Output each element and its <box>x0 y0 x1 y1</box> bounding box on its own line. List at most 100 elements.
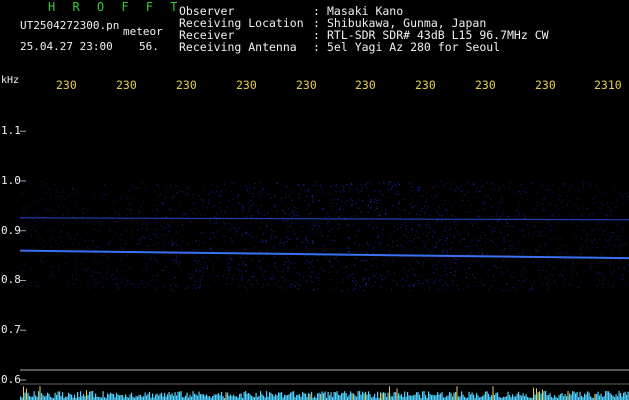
noise-speck <box>398 194 400 196</box>
noise-speck <box>581 221 583 223</box>
power-bar <box>446 396 448 400</box>
noise-speck <box>457 268 459 270</box>
noise-speck <box>152 210 154 213</box>
noise-speck <box>137 243 139 245</box>
noise-speck <box>286 256 289 258</box>
noise-speck <box>367 211 369 213</box>
noise-speck <box>121 198 123 200</box>
noise-speck <box>367 204 369 206</box>
power-bar <box>606 391 608 400</box>
noise-speck <box>450 272 452 274</box>
noise-speck <box>263 186 265 188</box>
noise-speck <box>294 215 296 217</box>
noise-speck <box>277 270 279 272</box>
noise-speck <box>438 212 440 214</box>
noise-speck <box>149 255 151 257</box>
noise-speck <box>258 259 260 261</box>
noise-speck <box>60 236 62 238</box>
noise-speck <box>466 272 468 275</box>
noise-speck <box>376 199 378 201</box>
noise-speck <box>320 184 322 186</box>
power-bar <box>575 393 577 400</box>
noise-speck <box>392 260 394 262</box>
noise-speck <box>116 220 118 223</box>
power-bar <box>135 395 137 400</box>
noise-speck <box>367 195 369 197</box>
power-bar <box>600 393 602 400</box>
noise-speck <box>265 224 267 226</box>
noise-speck <box>393 257 395 259</box>
power-bar <box>60 396 62 400</box>
noise-speck <box>366 187 368 189</box>
noise-speck <box>573 234 575 236</box>
power-spike <box>567 390 569 400</box>
noise-speck <box>611 286 613 288</box>
noise-speck <box>76 229 78 231</box>
noise-speck <box>473 196 475 198</box>
noise-speck <box>146 229 149 231</box>
noise-speck <box>375 257 377 259</box>
noise-speck <box>246 190 249 192</box>
noise-speck <box>498 219 500 222</box>
noise-speck <box>381 210 383 212</box>
noise-speck <box>187 220 189 222</box>
noise-speck <box>49 210 52 212</box>
noise-speck <box>522 228 524 230</box>
noise-speck <box>341 184 343 186</box>
noise-speck <box>280 189 282 191</box>
noise-speck <box>609 242 611 244</box>
power-spike <box>383 394 384 400</box>
noise-speck <box>35 229 37 231</box>
noise-speck <box>465 229 467 231</box>
noise-speck <box>400 244 402 246</box>
noise-speck <box>553 280 555 282</box>
noise-speck <box>352 224 354 226</box>
noise-speck <box>41 226 43 228</box>
noise-speck <box>110 275 112 277</box>
noise-speck <box>433 247 435 249</box>
noise-speck <box>101 280 103 282</box>
noise-speck <box>76 192 79 194</box>
noise-speck <box>185 194 187 196</box>
noise-speck <box>114 201 116 203</box>
noise-speck <box>253 203 255 205</box>
noise-speck <box>600 202 603 204</box>
power-bar <box>215 394 217 400</box>
noise-speck <box>55 276 57 278</box>
noise-speck <box>516 209 518 211</box>
noise-speck <box>118 236 121 238</box>
noise-speck <box>151 260 153 262</box>
noise-speck <box>239 186 241 188</box>
noise-speck <box>356 282 358 284</box>
frequency-unit-label: kHz <box>1 75 20 86</box>
noise-speck <box>62 195 64 198</box>
power-bar <box>288 394 290 400</box>
noise-speck <box>542 209 544 211</box>
noise-speck <box>146 268 148 270</box>
noise-speck <box>573 205 575 207</box>
noise-speck <box>306 239 308 242</box>
noise-speck <box>92 240 94 242</box>
noise-speck <box>569 283 571 285</box>
noise-speck <box>228 230 230 232</box>
power-bar <box>180 391 182 400</box>
power-bar <box>350 391 352 400</box>
noise-speck <box>161 201 163 203</box>
noise-speck <box>493 189 495 191</box>
noise-speck <box>423 267 425 269</box>
noise-speck <box>421 240 423 242</box>
noise-speck <box>446 213 448 215</box>
noise-speck <box>527 224 529 226</box>
noise-speck <box>311 196 313 198</box>
noise-speck <box>342 189 344 191</box>
noise-speck <box>502 289 504 292</box>
noise-speck <box>359 193 361 195</box>
noise-speck <box>372 248 374 250</box>
noise-speck <box>168 230 170 232</box>
noise-speck <box>105 211 107 213</box>
noise-speck <box>193 254 195 256</box>
noise-speck <box>231 277 233 280</box>
noise-speck <box>331 228 333 231</box>
noise-speck <box>141 182 143 184</box>
noise-speck <box>335 184 337 186</box>
